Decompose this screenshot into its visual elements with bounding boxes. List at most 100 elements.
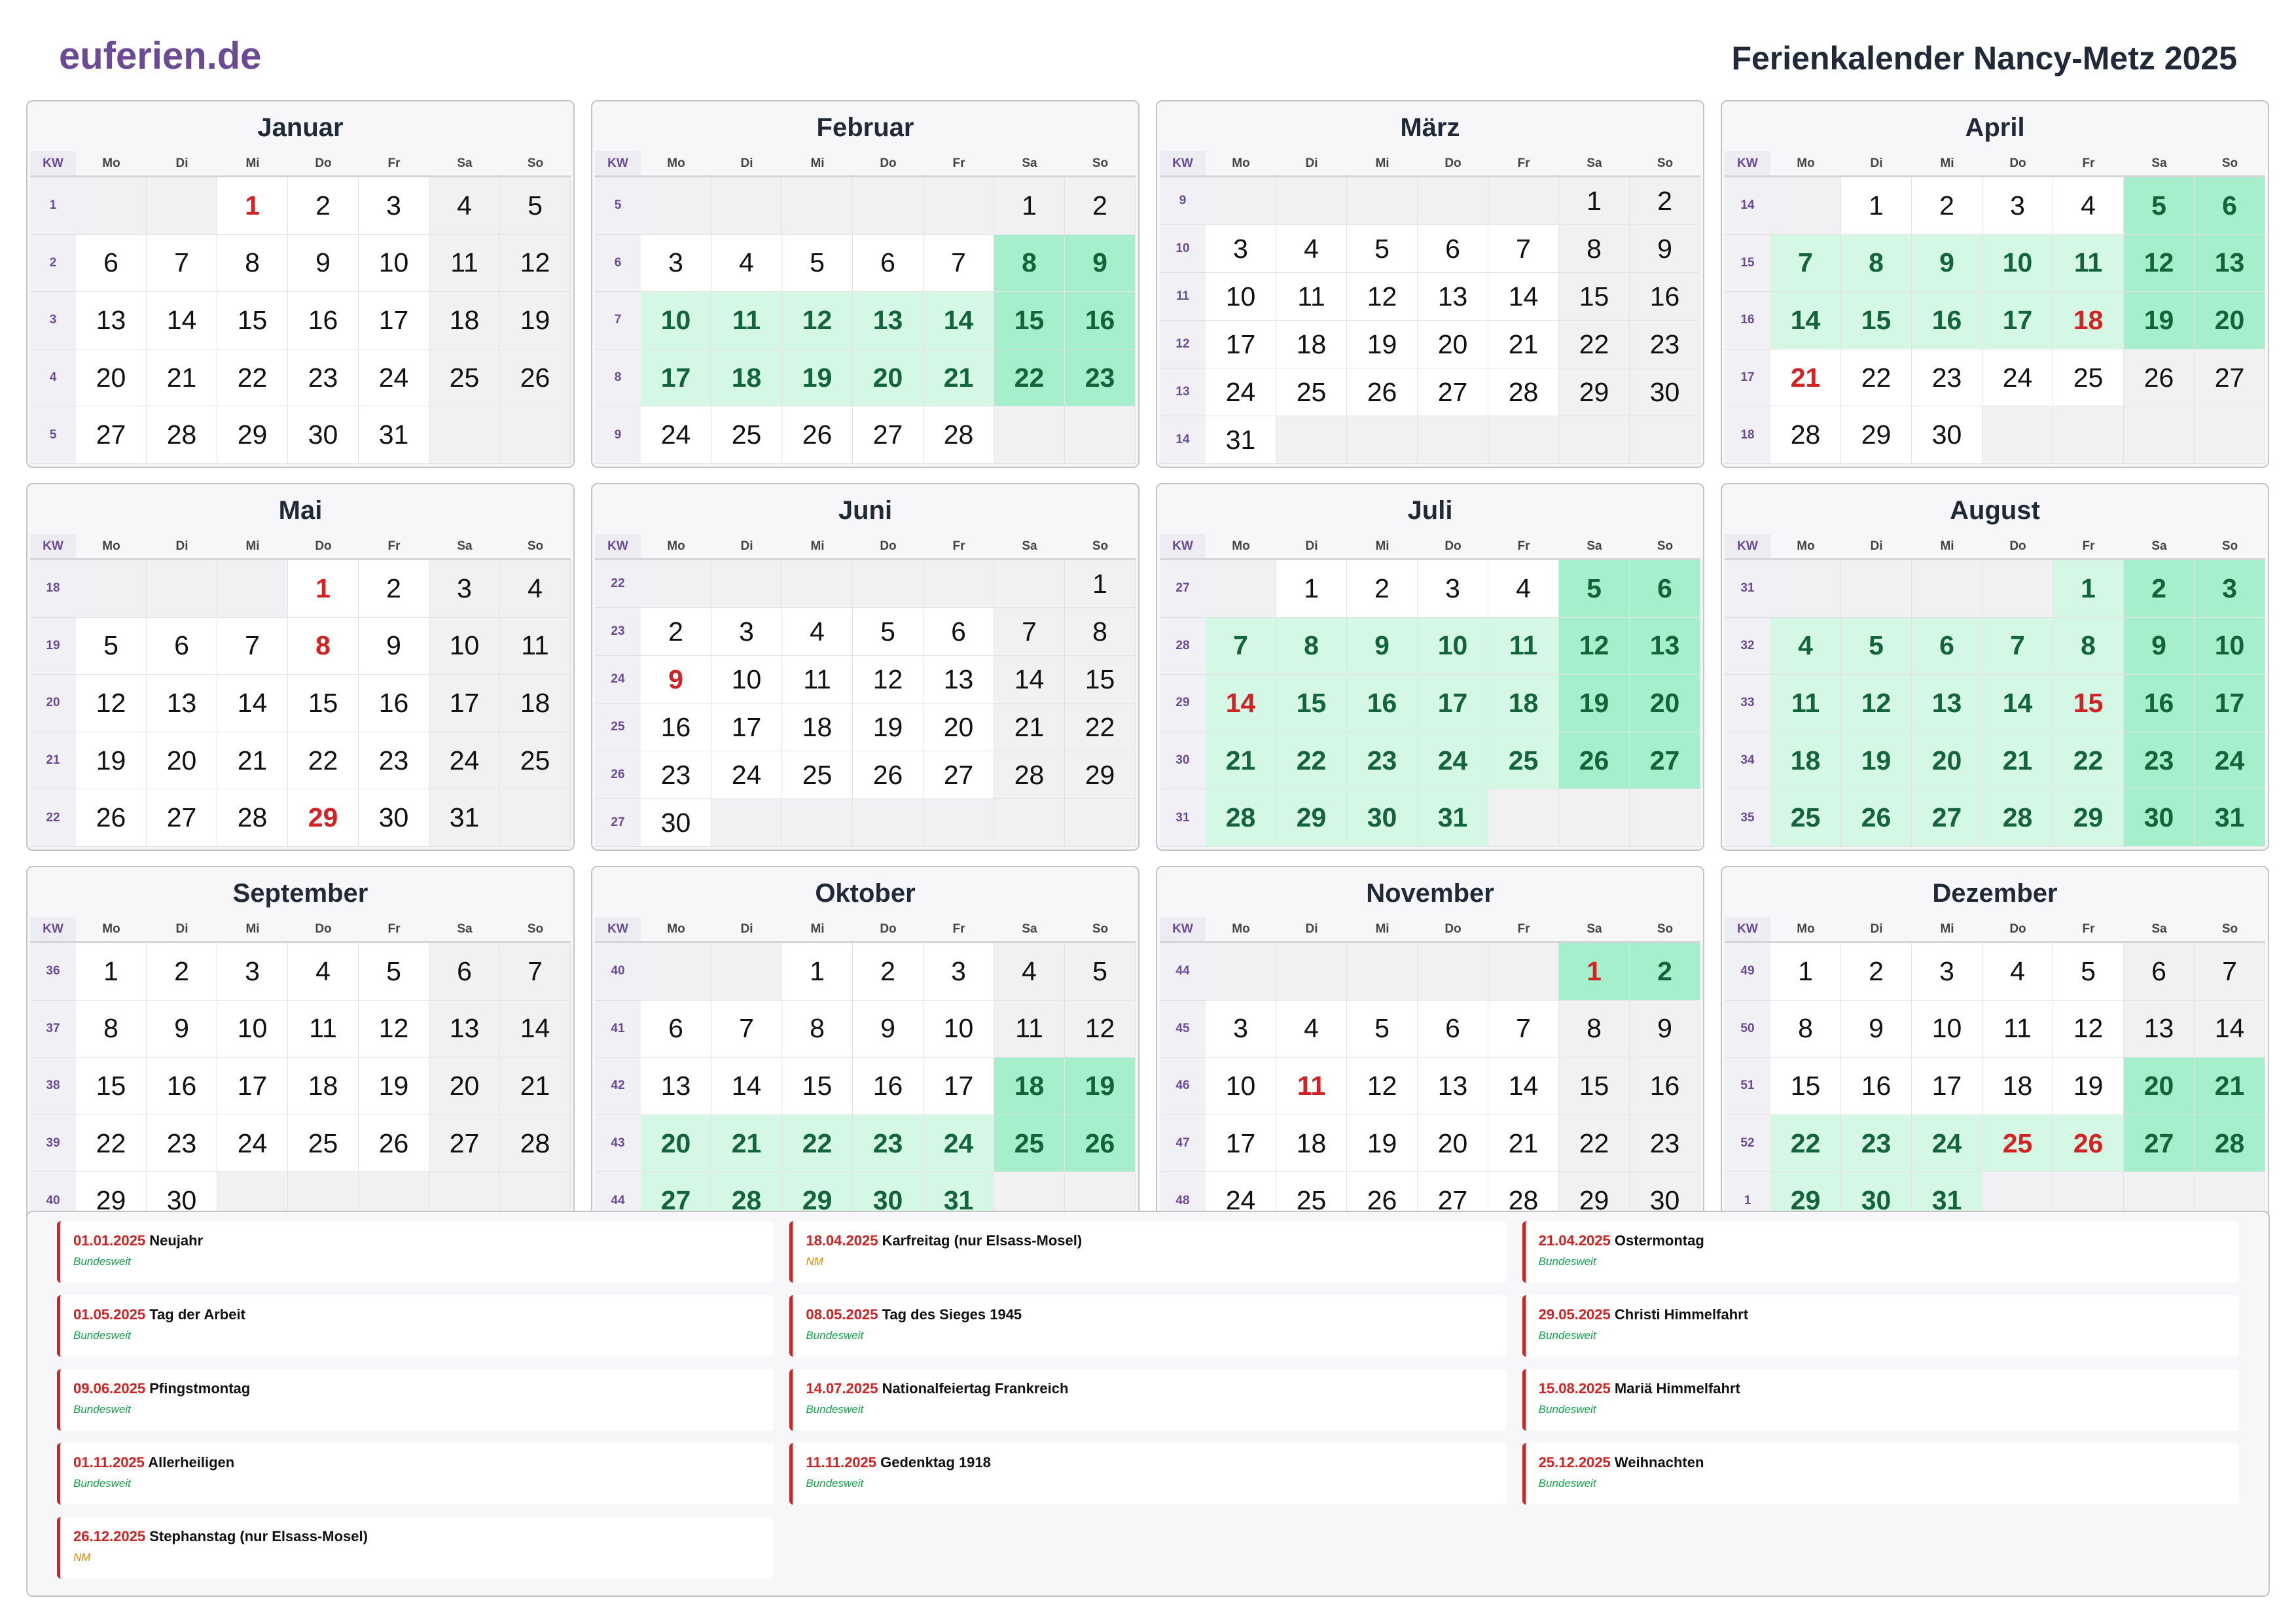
day-cell[interactable]: 19: [1065, 1058, 1136, 1115]
day-cell[interactable]: 27: [2195, 349, 2265, 407]
day-cell[interactable]: 28: [217, 789, 288, 847]
day-cell[interactable]: 11: [1276, 273, 1347, 321]
day-cell[interactable]: 2: [1630, 943, 1700, 1001]
day-cell[interactable]: 31: [1206, 416, 1276, 464]
day-cell[interactable]: 10: [1206, 1058, 1276, 1115]
day-cell[interactable]: 6: [2195, 177, 2265, 235]
day-cell[interactable]: 13: [1418, 1058, 1488, 1115]
day-cell[interactable]: 16: [288, 292, 359, 349]
day-cell[interactable]: 11: [1982, 1000, 2053, 1058]
day-cell[interactable]: 26: [782, 406, 853, 464]
day-cell[interactable]: 8: [76, 1000, 147, 1058]
day-cell[interactable]: 28: [2195, 1115, 2265, 1173]
day-cell[interactable]: 22: [1065, 704, 1136, 751]
day-cell[interactable]: 22: [2053, 732, 2124, 790]
day-cell[interactable]: 10: [1418, 617, 1488, 675]
day-cell[interactable]: 25: [1488, 732, 1559, 790]
day-cell[interactable]: 21: [500, 1058, 571, 1115]
day-cell[interactable]: 22: [1276, 732, 1347, 790]
day-cell[interactable]: 8: [1559, 1000, 1630, 1058]
day-cell[interactable]: 11: [782, 656, 853, 704]
day-cell[interactable]: 15: [994, 292, 1065, 349]
day-cell[interactable]: 24: [1418, 732, 1488, 790]
day-cell[interactable]: 7: [711, 1000, 782, 1058]
day-cell[interactable]: 20: [2195, 292, 2265, 349]
day-cell[interactable]: 23: [2124, 732, 2195, 790]
day-cell[interactable]: 17: [359, 292, 429, 349]
day-cell[interactable]: 29: [1276, 789, 1347, 847]
day-cell[interactable]: 17: [711, 704, 782, 751]
day-cell[interactable]: 23: [288, 349, 359, 407]
day-cell[interactable]: 20: [429, 1058, 500, 1115]
day-cell[interactable]: 2: [1347, 560, 1418, 618]
day-cell[interactable]: 27: [1418, 368, 1488, 416]
day-cell[interactable]: 2: [359, 560, 429, 618]
day-cell[interactable]: 5: [2124, 177, 2195, 235]
day-cell[interactable]: 17: [217, 1058, 288, 1115]
day-cell[interactable]: 14: [217, 675, 288, 732]
day-cell[interactable]: 11: [1770, 675, 1841, 732]
day-cell[interactable]: 25: [994, 1115, 1065, 1173]
day-cell[interactable]: 2: [288, 177, 359, 235]
day-cell[interactable]: 12: [1559, 617, 1630, 675]
day-cell[interactable]: 15: [1559, 273, 1630, 321]
day-cell[interactable]: 17: [1206, 1115, 1276, 1173]
day-cell[interactable]: 24: [1912, 1115, 1982, 1173]
day-cell[interactable]: 9: [1841, 1000, 1912, 1058]
day-cell[interactable]: 2: [1065, 177, 1136, 235]
day-cell[interactable]: 1: [76, 943, 147, 1001]
day-cell[interactable]: 21: [1488, 1115, 1559, 1173]
day-cell[interactable]: 14: [711, 1058, 782, 1115]
day-cell[interactable]: 21: [2195, 1058, 2265, 1115]
day-cell[interactable]: 6: [147, 617, 217, 675]
day-cell[interactable]: 23: [1841, 1115, 1912, 1173]
day-cell[interactable]: 11: [429, 234, 500, 293]
day-cell[interactable]: 19: [500, 292, 571, 349]
day-cell[interactable]: 1: [2053, 560, 2124, 618]
day-cell[interactable]: 3: [217, 943, 288, 1001]
day-cell[interactable]: 22: [994, 349, 1065, 407]
day-cell[interactable]: 12: [76, 675, 147, 732]
day-cell[interactable]: 2: [853, 943, 924, 1001]
day-cell[interactable]: 27: [853, 406, 924, 464]
day-cell[interactable]: 17: [429, 675, 500, 732]
day-cell[interactable]: 4: [782, 608, 853, 656]
day-cell[interactable]: 13: [2195, 234, 2265, 293]
day-cell[interactable]: 10: [641, 292, 711, 349]
day-cell[interactable]: 23: [1630, 321, 1700, 368]
day-cell[interactable]: 21: [1770, 349, 1841, 407]
day-cell[interactable]: 10: [1206, 273, 1276, 321]
day-cell[interactable]: 22: [288, 732, 359, 790]
day-cell[interactable]: 9: [288, 234, 359, 293]
day-cell[interactable]: 6: [1630, 560, 1700, 618]
day-cell[interactable]: 4: [994, 943, 1065, 1001]
day-cell[interactable]: 17: [1982, 292, 2053, 349]
day-cell[interactable]: 18: [1488, 675, 1559, 732]
day-cell[interactable]: 24: [429, 732, 500, 790]
day-cell[interactable]: 10: [359, 234, 429, 293]
day-cell[interactable]: 20: [1630, 675, 1700, 732]
day-cell[interactable]: 18: [1982, 1058, 2053, 1115]
day-cell[interactable]: 25: [1770, 789, 1841, 847]
day-cell[interactable]: 16: [1841, 1058, 1912, 1115]
day-cell[interactable]: 16: [1630, 273, 1700, 321]
day-cell[interactable]: 30: [2124, 789, 2195, 847]
day-cell[interactable]: 30: [1630, 368, 1700, 416]
day-cell[interactable]: 17: [2195, 675, 2265, 732]
day-cell[interactable]: 6: [2124, 943, 2195, 1001]
day-cell[interactable]: 4: [1982, 943, 2053, 1001]
day-cell[interactable]: 31: [359, 406, 429, 464]
day-cell[interactable]: 12: [1065, 1000, 1136, 1058]
day-cell[interactable]: 3: [2195, 560, 2265, 618]
day-cell[interactable]: 26: [1841, 789, 1912, 847]
day-cell[interactable]: 10: [217, 1000, 288, 1058]
day-cell[interactable]: 2: [1630, 177, 1700, 225]
day-cell[interactable]: 28: [924, 406, 994, 464]
day-cell[interactable]: 12: [500, 234, 571, 293]
day-cell[interactable]: 13: [76, 292, 147, 349]
day-cell[interactable]: 19: [1347, 1115, 1418, 1173]
day-cell[interactable]: 27: [1630, 732, 1700, 790]
day-cell[interactable]: 26: [76, 789, 147, 847]
day-cell[interactable]: 12: [1347, 273, 1418, 321]
day-cell[interactable]: 6: [641, 1000, 711, 1058]
